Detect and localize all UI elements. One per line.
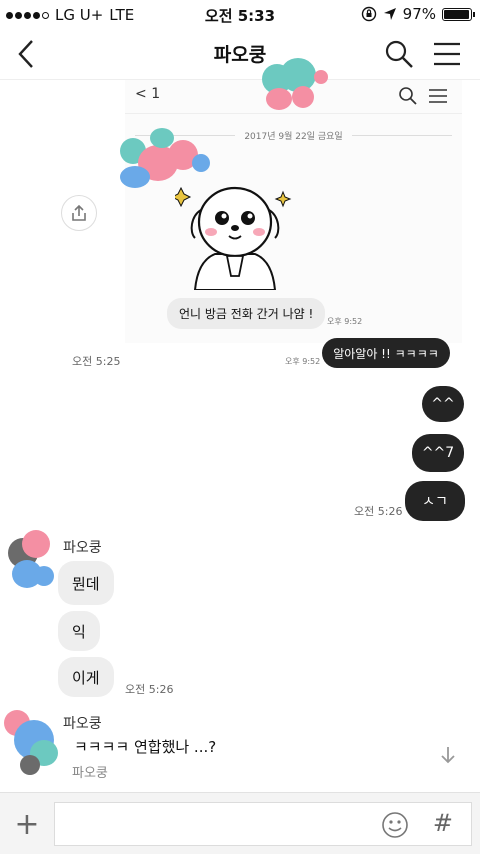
location-icon [383, 8, 396, 20]
preview-text: ㅋㅋㅋㅋ 연합했나 ...? [74, 738, 217, 756]
status-bar: LG U+ LTE 오전 5:33 97% [0, 0, 480, 30]
their-message-bubble: 이게 [58, 657, 114, 697]
screenshot-menu-icon [429, 89, 447, 103]
message-field[interactable]: # [54, 802, 472, 846]
my-message-bubble: ^^7 [412, 434, 464, 472]
search-icon[interactable] [384, 39, 414, 69]
chat-header: 파오쿵 [0, 30, 480, 80]
screenshot-incoming-time: 오후 9:52 [327, 317, 363, 326]
screenshot-reply-time: 오후 9:52 [285, 357, 321, 366]
dog-sticker [175, 186, 292, 290]
message-input[interactable] [55, 803, 355, 843]
screenshot-message-time: 오전 5:25 [72, 355, 121, 368]
status-right: 97% [361, 5, 475, 23]
my-message-bubble: ㅅㄱ [405, 481, 465, 521]
preview-name: 파오쿵 [72, 766, 108, 781]
screenshot-incoming-bubble: 언니 방금 전화 간거 나얌 ! [167, 298, 326, 329]
screenshot-reply-bubble: 알아알아 !! ㅋㅋㅋㅋ [322, 338, 450, 368]
battery-label: 97% [402, 5, 436, 23]
their-message-time: 오전 5:26 [125, 683, 174, 696]
preview-sender: 파오쿵 [63, 716, 102, 732]
their-message-bubble: 익 [58, 611, 100, 651]
screenshot-search-icon [399, 87, 417, 105]
emoji-icon[interactable] [381, 811, 409, 839]
share-button[interactable] [61, 195, 97, 231]
battery-icon [442, 7, 475, 21]
sender-name: 파오쿵 [63, 540, 102, 556]
message-input-bar: + # [0, 792, 480, 854]
my-message-bubble: ^^ [422, 386, 464, 422]
share-icon [72, 204, 86, 221]
screenshot-date: 2017년 9월 22일 금요일 [125, 129, 462, 142]
plus-icon[interactable]: + [10, 807, 44, 842]
menu-icon[interactable] [432, 41, 462, 67]
screenshot-back: < 1 [135, 86, 161, 102]
scroll-down-icon[interactable] [439, 745, 457, 765]
shared-screenshot-image[interactable]: < 1 2017년 9월 22일 금요일 언니 방금 전화 간거 나얌 ! 오후… [125, 80, 462, 368]
my-message-time: 오전 5:26 [354, 505, 403, 518]
their-message-bubble: 뭔데 [58, 561, 114, 605]
rotation-lock-icon [361, 6, 376, 22]
hash-icon[interactable]: # [433, 809, 453, 837]
